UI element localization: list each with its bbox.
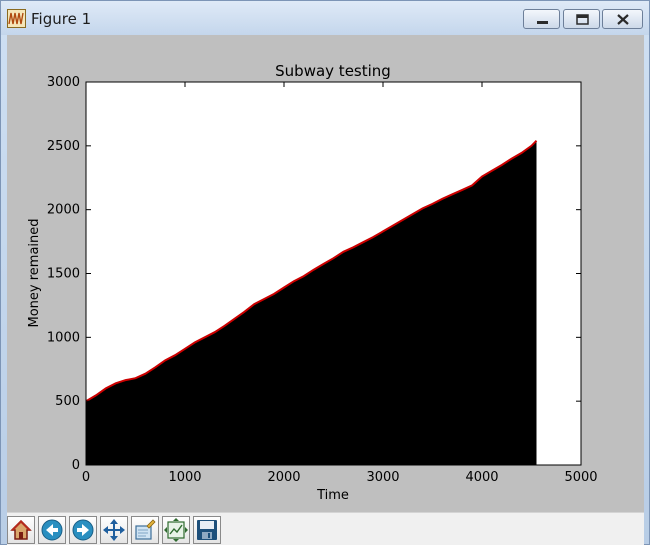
navigation-toolbar: [7, 512, 644, 545]
y-tick-label: 2500: [47, 139, 80, 154]
forward-button[interactable]: [69, 516, 97, 544]
pan-arrows-icon: [103, 519, 125, 541]
back-arrow-icon: [41, 519, 63, 541]
back-button[interactable]: [38, 516, 66, 544]
y-tick-label: 1500: [47, 267, 80, 282]
matplotlib-wave-icon: [7, 9, 26, 28]
y-axis-label: Money remained: [27, 218, 42, 327]
zoom-rect-icon: [135, 519, 156, 540]
subplots-icon: [164, 518, 188, 542]
plot-area: Subway testing 0 1000 2000 3000 4000 5000 0 50…: [27, 62, 598, 503]
subplots-button[interactable]: [162, 516, 190, 544]
minimize-button[interactable]: [523, 9, 560, 29]
x-tick-label: 3000: [366, 470, 399, 485]
save-disk-icon: [197, 520, 217, 540]
forward-arrow-icon: [72, 519, 94, 541]
figure-canvas[interactable]: Subway testing 0 1000 2000 3000 4000 5000 0 50…: [7, 35, 644, 512]
chart-title: Subway testing: [275, 62, 391, 80]
home-button[interactable]: [7, 516, 35, 544]
save-button[interactable]: [193, 516, 221, 544]
home-icon: [10, 519, 32, 540]
y-tick-label: 1000: [47, 330, 80, 345]
window-title: Figure 1: [31, 10, 92, 28]
title-bar[interactable]: Figure 1: [1, 1, 649, 35]
x-tick-label: 2000: [267, 470, 300, 485]
figure-window: Figure 1 Subway testing 0 1000 2000 3000…: [0, 0, 650, 545]
y-tick-label: 500: [55, 394, 80, 409]
y-tick-label: 0: [72, 458, 80, 473]
x-axis-label: Time: [316, 488, 349, 503]
pan-button[interactable]: [100, 516, 128, 544]
zoom-button[interactable]: [131, 516, 159, 544]
close-button[interactable]: [602, 9, 643, 29]
y-tick-label: 3000: [47, 75, 80, 90]
x-tick-label: 5000: [564, 470, 597, 485]
minimize-icon: [537, 21, 548, 24]
maximize-button[interactable]: [563, 9, 600, 29]
maximize-icon: [576, 14, 589, 25]
x-tick-label: 1000: [168, 470, 201, 485]
x-tick-label: 0: [82, 470, 90, 485]
x-tick-label: 4000: [465, 470, 498, 485]
y-tick-label: 2000: [47, 203, 80, 218]
close-icon: [617, 14, 629, 25]
